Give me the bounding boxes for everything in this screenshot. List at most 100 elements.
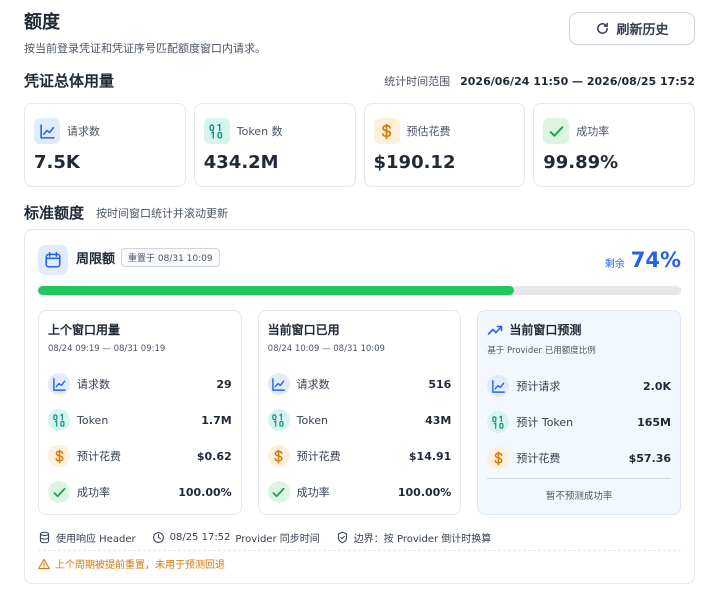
usage-section-title: 凭证总体用量 [24, 72, 115, 90]
panel-title: 当前窗口预测 [509, 323, 582, 337]
reset-warning-text: 上个周期被提前重置，未用于预测回退 [55, 560, 225, 571]
panel-subtitle: 08/24 09:19 — 08/31 09:19 [48, 344, 166, 354]
binary-icon [48, 409, 70, 431]
footer-time-note: Provider 同步时间 [235, 534, 320, 545]
panel-title: 当前窗口已用 [267, 323, 340, 337]
row-value: 100.00% [178, 485, 232, 499]
footer-divider [38, 550, 681, 551]
row-label: 预计花费 [296, 450, 341, 463]
stat-range: 统计时间范围 2026/06/24 11:50 — 2026/08/25 17:5… [384, 73, 695, 89]
row-label: 请求数 [77, 378, 110, 391]
check-icon [543, 118, 570, 144]
card-label: 预估花费 [406, 125, 451, 138]
footer-source: 使用响应 Header [56, 534, 136, 545]
row-value: $57.36 [628, 451, 672, 465]
binary-icon [203, 118, 230, 144]
card-tokens: Token 数 434.2M [193, 103, 356, 187]
row-success: 成功率 100.00% [267, 474, 452, 510]
panel-subtitle: 基于 Provider 已用额度比例 [487, 346, 596, 356]
no-success-forecast-note: 暂不预测成功率 [487, 478, 672, 502]
stat-range-label: 统计时间范围 [384, 74, 451, 88]
dollar-icon [267, 445, 290, 467]
footer-time: 08/25 17:52 [169, 532, 231, 543]
reset-badge: 重置于 08/31 10:09 [121, 247, 220, 267]
binary-icon [267, 409, 290, 431]
dollar-icon [487, 447, 510, 469]
card-label: 成功率 [576, 125, 610, 138]
page-header: 额度 按当前登录凭证和凭证序号匹配额度窗口内请求。 刷新历史 [24, 12, 695, 58]
card-value: 7.5K [34, 152, 80, 173]
quota-footer: 使用响应 Header 08/25 17:52 Provider 同步时间 边界… [38, 530, 681, 545]
row-requests: 请求数 29 [48, 366, 232, 402]
chart-line-icon [48, 373, 70, 395]
clock-icon [152, 532, 164, 543]
row-label: 成功率 [296, 486, 330, 499]
card-value: 434.2M [203, 152, 279, 173]
row-tokens: Token 1.7M [48, 402, 232, 438]
remaining: 剩余 74% [605, 248, 681, 272]
check-icon [48, 481, 70, 503]
standard-section-note: 按时间窗口统计并滚动更新 [96, 206, 229, 220]
chart-line-icon [34, 118, 60, 144]
row-value: 29 [216, 377, 232, 391]
quota-name: 周限额 [76, 251, 116, 267]
binary-icon [487, 411, 510, 433]
refresh-history-label: 刷新历史 [616, 23, 669, 38]
usage-section-header: 凭证总体用量 统计时间范围 2026/06/24 11:50 — 2026/08/… [24, 70, 695, 91]
row-requests: 预计请求 2.0K [487, 368, 671, 404]
quota-progress-bar [38, 286, 681, 295]
panel-subtitle: 08/24 10:09 — 08/31 10:09 [267, 344, 385, 354]
row-label: 预计 Token [516, 416, 574, 429]
row-value: 1.7M [201, 413, 232, 427]
chart-line-icon [267, 373, 290, 395]
row-value: 516 [428, 377, 452, 391]
row-value: 2.0K [643, 379, 672, 393]
panel-forecast: 当前窗口预测 基于 Provider 已用额度比例 预计请求 2.0K 预计 T… [477, 310, 682, 515]
row-tokens: 预计 Token 165M [487, 404, 671, 440]
card-label: Token 数 [236, 125, 283, 138]
row-label: 预计请求 [516, 380, 561, 393]
row-label: 请求数 [296, 378, 330, 391]
row-cost: 预计花费 $0.62 [48, 438, 232, 474]
dollar-icon [48, 445, 70, 467]
warning-icon [38, 558, 50, 569]
weekly-quota-box: 周限额 重置于 08/31 10:09 剩余 74% 上个窗口用量 08/24 … [24, 229, 695, 584]
row-label: 预计花费 [77, 450, 121, 463]
panel-current-window: 当前窗口已用 08/24 10:09 — 08/31 10:09 请求数 516… [257, 310, 462, 515]
card-value: $190.12 [373, 152, 456, 173]
refresh-icon [597, 22, 609, 34]
refresh-history-button[interactable]: 刷新历史 [569, 12, 695, 45]
standard-section-header: 标准额度 按时间窗口统计并滚动更新 [24, 202, 695, 223]
card-label: 请求数 [67, 125, 100, 138]
shield-icon [337, 531, 347, 544]
calendar-icon [38, 245, 68, 275]
footer-boundary: 边界：按 Provider 倒计时换算 [353, 534, 492, 545]
panel-previous-window: 上个窗口用量 08/24 09:19 — 08/31 09:19 请求数 29 … [38, 310, 242, 515]
quota-progress-fill [38, 286, 514, 295]
panel-title: 上个窗口用量 [48, 323, 121, 337]
row-label: 预计花费 [516, 452, 561, 465]
row-value: $0.62 [196, 449, 232, 463]
row-label: Token [296, 413, 328, 427]
reset-warning: 上个周期被提前重置，未用于预测回退 [38, 556, 225, 571]
row-value: $14.91 [408, 449, 452, 463]
card-cost: 预估花费 $190.12 [363, 103, 526, 187]
row-label: 成功率 [77, 486, 110, 499]
card-value: 99.89% [543, 152, 619, 173]
database-icon [39, 531, 50, 544]
chart-line-icon [487, 375, 510, 397]
row-label: Token [77, 413, 109, 427]
check-icon [267, 481, 290, 503]
row-value: 165M [637, 415, 672, 429]
quota-panels: 上个窗口用量 08/24 09:19 — 08/31 09:19 请求数 29 … [38, 310, 682, 515]
usage-cards: 请求数 7.5K Token 数 434.2M 预估花费 $190.12 成功率… [24, 103, 695, 187]
remaining-label: 剩余 [604, 259, 625, 270]
standard-section-title: 标准额度 [24, 204, 85, 222]
trending-up-icon [488, 325, 503, 335]
remaining-value: 74% [630, 248, 681, 272]
row-value: 43M [425, 413, 452, 427]
stat-range-value: 2026/06/24 11:50 — 2026/08/25 17:52 [460, 74, 695, 88]
row-value: 100.00% [397, 485, 452, 499]
row-cost: 预计花费 $14.91 [267, 438, 452, 474]
dollar-icon [373, 118, 400, 144]
